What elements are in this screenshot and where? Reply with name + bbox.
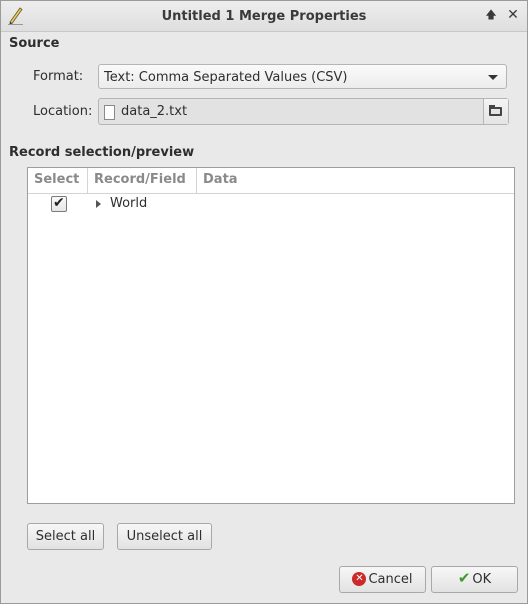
keep-above-button[interactable]: 🡅 bbox=[483, 7, 499, 23]
merge-properties-dialog: Untitled 1 Merge Properties 🡅 ✕ Source F… bbox=[0, 0, 528, 604]
check-icon: ✔ bbox=[457, 569, 471, 587]
file-icon bbox=[104, 105, 115, 120]
browse-folder-button[interactable] bbox=[483, 99, 508, 124]
cancel-icon: ✕ bbox=[352, 571, 367, 586]
column-header-data[interactable]: Data bbox=[197, 168, 257, 193]
close-button[interactable]: ✕ bbox=[505, 7, 521, 23]
location-field[interactable]: data_2.txt bbox=[98, 98, 509, 125]
select-checkbox[interactable]: ✔ bbox=[51, 195, 67, 212]
title-bar[interactable]: Untitled 1 Merge Properties 🡅 ✕ bbox=[1, 1, 527, 32]
location-label: Location: bbox=[33, 104, 93, 119]
format-dropdown[interactable]: Text: Comma Separated Values (CSV) bbox=[98, 64, 507, 89]
format-value: Text: Comma Separated Values (CSV) bbox=[104, 70, 348, 85]
cancel-button[interactable]: ✕ Cancel bbox=[339, 566, 426, 593]
record-label: World bbox=[110, 196, 148, 211]
unselect-all-button[interactable]: Unselect all bbox=[117, 523, 212, 550]
column-header-record-field[interactable]: Record/Field bbox=[88, 168, 197, 193]
tree-header: Select Record/Field Data bbox=[28, 168, 514, 194]
dropdown-arrow-icon bbox=[488, 75, 498, 80]
tree-row[interactable]: ✔ World bbox=[28, 194, 514, 216]
up-arrow-icon: 🡅 bbox=[485, 8, 497, 21]
select-all-button[interactable]: Select all bbox=[27, 523, 104, 550]
format-label: Format: bbox=[33, 69, 84, 84]
expander-arrow-icon[interactable] bbox=[96, 200, 101, 208]
record-selection-heading: Record selection/preview bbox=[9, 145, 195, 160]
source-heading: Source bbox=[9, 36, 60, 51]
ok-label: OK bbox=[472, 572, 492, 587]
ok-button[interactable]: ✔ OK bbox=[431, 566, 518, 593]
close-icon: ✕ bbox=[507, 7, 519, 23]
checkmark-icon: ✔ bbox=[53, 195, 65, 211]
window-title: Untitled 1 Merge Properties bbox=[161, 9, 367, 24]
column-header-select[interactable]: Select bbox=[28, 168, 88, 193]
folder-icon bbox=[489, 105, 502, 116]
location-value: data_2.txt bbox=[121, 104, 188, 119]
record-tree[interactable]: Select Record/Field Data ✔ World bbox=[27, 167, 515, 504]
cancel-label: Cancel bbox=[368, 572, 413, 587]
